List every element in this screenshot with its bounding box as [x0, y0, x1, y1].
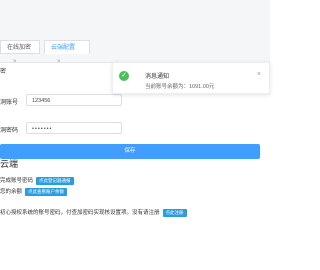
- cloud-line-balance: 您的余额 点此查看账户余额: [0, 187, 68, 196]
- close-icon[interactable]: ×: [13, 59, 17, 65]
- toast-title: 消息通知: [145, 74, 170, 80]
- cloud-section-title: 云端: [0, 159, 19, 169]
- cloud-line-register: 初心授权系统的账号密码，付查加密码实现核设置项。没有请注册 点此注册: [0, 208, 187, 217]
- tab-online-encrypt[interactable]: 在线加密 ×: [0, 40, 40, 65]
- register-button[interactable]: 点此注册: [162, 208, 187, 217]
- password-label: 洞密码: [0, 128, 19, 134]
- form-row-label: 密: [0, 69, 7, 75]
- account-label: 洞账号: [0, 100, 19, 106]
- close-icon[interactable]: ×: [57, 59, 61, 65]
- cloud-line-account: 完成账号密码 点此登记器通报: [0, 176, 74, 185]
- tab-cloud-config[interactable]: 云端配置 ×: [44, 40, 90, 65]
- toast-message: 当前账号余额为：1091.00元: [145, 84, 215, 90]
- view-balance-button[interactable]: 点此查看账户余额: [25, 187, 68, 196]
- cloud-line-text: 完成账号密码: [0, 178, 34, 184]
- check-circle-icon: ✓: [119, 71, 129, 81]
- cloud-line-text: 初心授权系统的账号密码，付查加密码实现核设置项。没有请注册: [0, 210, 160, 216]
- close-icon[interactable]: ×: [257, 71, 261, 78]
- cloud-line-text: 您的余额: [0, 189, 23, 195]
- tab-label: 云端配置: [51, 45, 76, 51]
- tab-bar: 在线加密 × 云端配置 ×: [0, 0, 270, 65]
- tab-label: 在线加密: [7, 45, 32, 51]
- register-link-button[interactable]: 点此登记器通报: [36, 176, 74, 185]
- account-input[interactable]: 123456: [26, 94, 122, 106]
- save-button[interactable]: 保存: [0, 144, 260, 159]
- password-input[interactable]: •••••••: [26, 122, 122, 134]
- notification-toast: ✓ 消息通知 当前账号余额为：1091.00元 ×: [112, 62, 270, 94]
